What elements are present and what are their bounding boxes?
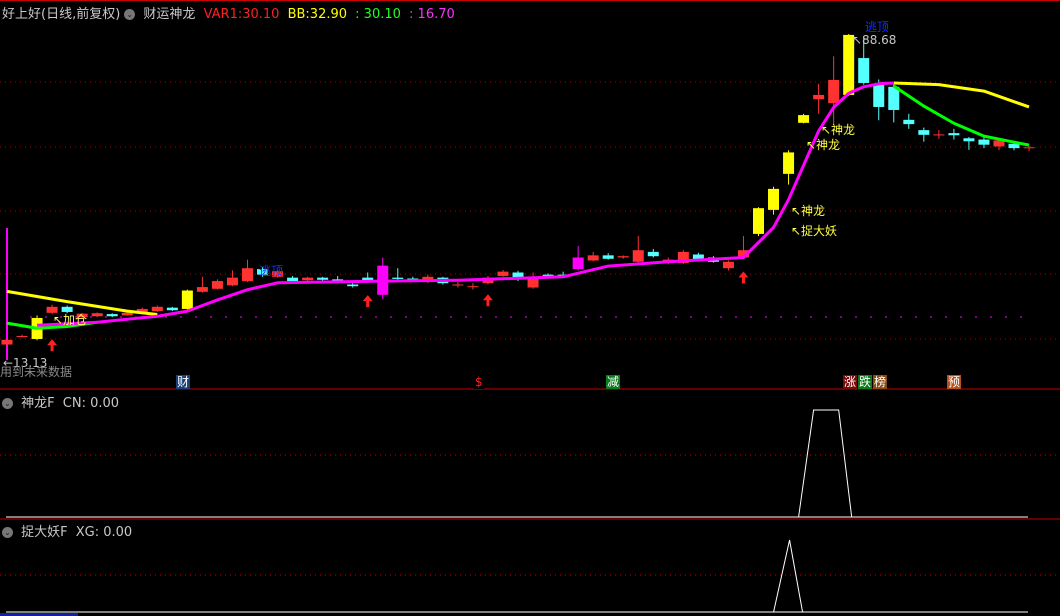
panel2-title[interactable]: 捉大妖F (21, 525, 67, 540)
candle-body (226, 277, 238, 286)
signal-tag: 减 (606, 375, 621, 389)
chevron-down-icon[interactable]: ⌄ (2, 398, 13, 409)
chart-header: 好上好(日线,前复权) ⌄ 财运神龙 VAR1:30.10 BB:32.90 : … (2, 3, 459, 22)
catch-demon-label: ↖捉大妖 (791, 224, 838, 238)
add-position-label: ↖加仓 (53, 313, 88, 327)
chevron-down-icon[interactable]: ⌄ (2, 527, 13, 538)
signal-tag: 榜 (873, 375, 888, 389)
candle-body (181, 290, 193, 309)
candle-body (783, 152, 795, 174)
dragon-label: ↖神龙 (791, 204, 826, 218)
stock-title: 好上好(日线,前复权) (2, 7, 121, 22)
candle-body (347, 284, 359, 287)
future-data-warning: 用到未来数据 (0, 365, 73, 379)
candle-body (121, 312, 133, 316)
signal-tag: 涨 (843, 375, 858, 389)
candle-body (632, 250, 644, 262)
candle-body (287, 277, 299, 282)
candle-body (196, 287, 208, 292)
candle-body (572, 257, 584, 270)
candle-body (858, 58, 870, 83)
candle-body (1, 339, 13, 345)
candle-body (1023, 147, 1035, 149)
panel1-header: ⌄ 神龙F CN: 0.00 (2, 392, 123, 411)
candle-body (963, 138, 975, 142)
kline-chart (0, 0, 1060, 616)
candle-body (452, 284, 464, 286)
chevron-down-icon[interactable]: ⌄ (124, 9, 136, 20)
ma-upper-line (893, 81, 1030, 109)
candle-body (918, 130, 930, 135)
signal-tag: 财 (176, 375, 191, 389)
panel2-header: ⌄ 捉大妖F XG: 0.00 (2, 521, 136, 540)
candle-body (813, 94, 825, 100)
candle-body (317, 277, 329, 280)
value-3: : 30.10 (355, 7, 401, 22)
dragon-label: ↖神龙 (806, 138, 841, 152)
candle-body (151, 306, 163, 312)
buy-arrow-icon (362, 295, 373, 308)
panel1-title[interactable]: 神龙F (21, 396, 54, 411)
catch-demon-signal-line (6, 539, 1028, 613)
buy-arrow-icon (47, 339, 58, 352)
panel2-value: XG: 0.00 (75, 525, 133, 540)
ma-lines (6, 81, 1030, 330)
candle-body (753, 208, 764, 234)
bb-label: BB: (287, 7, 310, 22)
escape-top-label: 逃顶 (259, 264, 284, 278)
buy-arrow-icon (482, 294, 493, 307)
candle-body (91, 313, 103, 317)
bb-value: 32.90 (309, 7, 348, 22)
high-price-label: ↖88.68 (852, 33, 897, 47)
candle-body (617, 256, 629, 258)
candle-body (166, 307, 178, 311)
indicator-name[interactable]: 财运神龙 (143, 7, 195, 22)
shenlong-signal-line (6, 409, 1028, 518)
candle-body (798, 115, 810, 123)
candle-body (948, 133, 960, 136)
candle-body (647, 251, 659, 257)
candle-body (587, 255, 599, 261)
candle-body (768, 188, 780, 210)
signal-tag: 跌 (858, 375, 873, 389)
signal-tag: $ (474, 375, 484, 389)
candle-body (873, 84, 885, 107)
candle-body (722, 261, 734, 269)
candle-body (933, 134, 945, 136)
buy-arrow-icon (738, 271, 749, 284)
candle-body (497, 271, 509, 276)
top-border (0, 0, 1060, 1)
candle-body (828, 79, 840, 104)
value-4: : 16.70 (409, 7, 455, 22)
candle-body (978, 139, 990, 145)
ma-main-line (36, 81, 894, 327)
candle-body (602, 255, 614, 259)
candles (1, 34, 1035, 347)
candle-body (16, 335, 28, 337)
candle-body (241, 268, 253, 282)
candle-body (302, 277, 314, 281)
buy-arrows (47, 271, 749, 352)
candle-body (903, 119, 915, 125)
var1-label: VAR1: (203, 7, 243, 22)
ma-lower-line (892, 84, 1030, 147)
candle-body (1008, 143, 1020, 149)
candle-body (392, 277, 404, 279)
candle-body (211, 281, 223, 289)
grid-lines (0, 81, 1060, 340)
candle-body (106, 314, 118, 317)
var1-value: 30.10 (242, 7, 280, 22)
panel1-value: CN: 0.00 (62, 396, 120, 411)
signal-tag: 预 (947, 375, 962, 389)
candle-body (467, 286, 479, 288)
